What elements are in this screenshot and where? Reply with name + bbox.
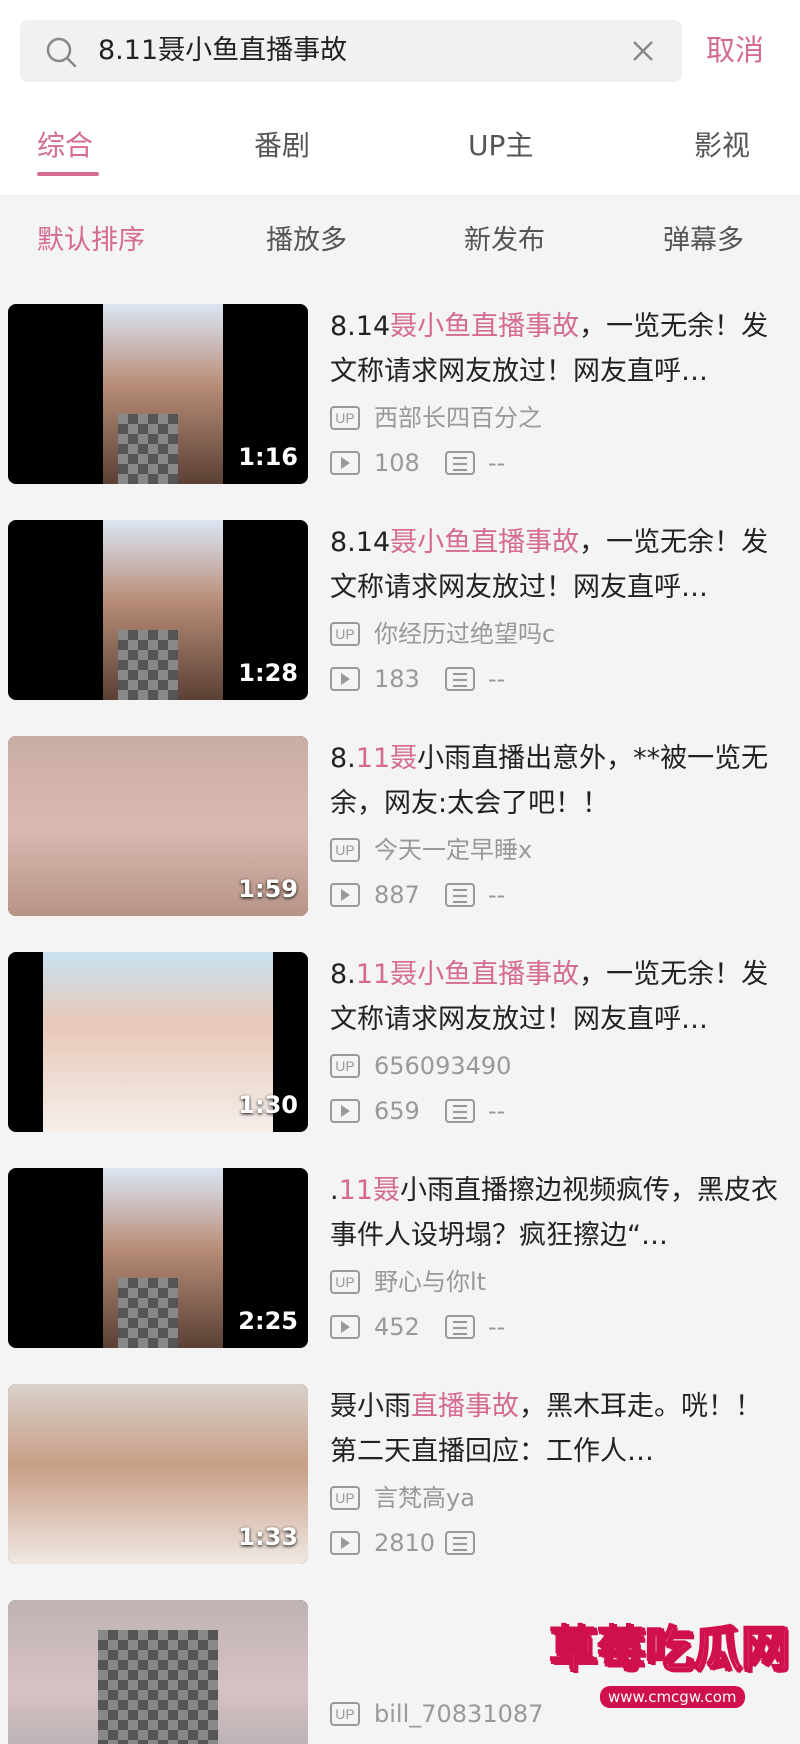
list-item[interactable]: 1:33 聂小雨直播事故，黑木耳走。咣！！ 第二天直播回应：工作人… UP 言梵高… [0,1384,800,1569]
danmaku-icon [445,1315,475,1339]
uploader-name[interactable]: 言梵高ya [374,1482,475,1514]
video-thumbnail[interactable]: 2:25 [8,1168,308,1348]
play-count-icon [330,1531,360,1555]
play-count-icon [330,451,360,475]
video-thumbnail[interactable]: 1:16 [8,304,308,484]
uploader-name[interactable]: 656093490 [374,1050,511,1082]
search-input[interactable]: 8.11聂小鱼直播事故 [98,34,347,68]
uploader-name[interactable]: bill_70831087 [374,1698,543,1730]
uploader-name[interactable]: 野心与你lt [374,1266,486,1298]
danmaku-count: -- [488,665,506,693]
list-item[interactable]: 1:28 8.14聂小鱼直播事故，一览无余！发文称请求网友放过！网友直呼… UP… [0,520,800,705]
sort-newest[interactable]: 新发布 [464,222,545,260]
video-thumbnail[interactable]: 1:28 [8,520,308,700]
danmaku-count: -- [488,1097,506,1125]
play-count: 183 [374,665,420,693]
play-count-icon [330,1099,360,1123]
danmaku-icon [445,1099,475,1123]
play-count: 2810 [374,1529,436,1557]
uploader-name[interactable]: 西部长四百分之 [374,402,542,434]
video-title[interactable]: 8.14聂小鱼直播事故，一览无余！发文称请求网友放过！网友直呼… [330,304,790,394]
play-count-icon [330,1315,360,1339]
play-count: 452 [374,1313,420,1341]
tab-uploader[interactable]: UP主 [468,126,533,166]
danmaku-count: -- [488,881,506,909]
sort-most-danmaku[interactable]: 弹幕多 [663,222,744,260]
list-item[interactable]: 2:25 .11聂小雨直播擦边视频疯传，黑皮衣事件人设坍塌？疯狂擦边“… UP 野… [0,1168,800,1353]
video-thumbnail[interactable] [8,1600,308,1744]
play-count: 887 [374,881,420,909]
tab-all[interactable]: 综合 [37,126,93,166]
danmaku-count: -- [488,1313,506,1341]
sort-most-played[interactable]: 播放多 [266,222,347,260]
search-box[interactable]: 8.11聂小鱼直播事故 [20,20,682,82]
up-icon: UP [330,838,360,862]
video-title[interactable]: 聂小雨直播事故，黑木耳走。咣！！ 第二天直播回应：工作人… [330,1384,790,1474]
play-count: 659 [374,1097,420,1125]
tab-film[interactable]: 影视 [694,126,750,166]
video-title[interactable]: 8.11聂小雨直播出意外，**被一览无余，网友:太会了吧！！ [330,736,790,826]
video-duration: 1:28 [238,659,298,687]
danmaku-icon [445,451,475,475]
up-icon: UP [330,1486,360,1510]
search-icon [46,37,77,68]
up-icon: UP [330,1054,360,1078]
video-duration: 1:16 [238,443,298,471]
up-icon: UP [330,622,360,646]
up-icon: UP [330,1702,360,1726]
video-duration: 1:33 [238,1523,298,1551]
video-thumbnail[interactable]: 1:59 [8,736,308,916]
watermark-title: 草莓吃瓜网 [549,1621,791,1679]
play-count: 108 [374,449,420,477]
video-duration: 1:59 [238,875,298,903]
video-duration: 1:30 [238,1091,298,1119]
danmaku-count: -- [488,449,506,477]
site-watermark: 草莓吃瓜网 www.cmcgw.com [540,1620,791,1730]
clear-icon[interactable] [628,36,658,66]
video-title[interactable]: .11聂小雨直播擦边视频疯传，黑皮衣事件人设坍塌？疯狂擦边“… [330,1168,790,1258]
video-thumbnail[interactable]: 1:30 [8,952,308,1132]
top-bar: 8.11聂小鱼直播事故 取消 综合 番剧 UP主 影视 [0,0,800,195]
play-count-icon [330,667,360,691]
video-thumbnail[interactable]: 1:33 [8,1384,308,1564]
play-count-icon [330,883,360,907]
watermark-url: www.cmcgw.com [600,1686,745,1708]
uploader-name[interactable]: 今天一定早睡x [374,834,532,866]
list-item[interactable]: 1:16 8.14聂小鱼直播事故，一览无余！发文称请求网友放过！网友直呼… UP… [0,304,800,489]
uploader-name[interactable]: 你经历过绝望吗c [374,618,555,650]
cancel-button[interactable]: 取消 [706,30,764,70]
category-tabs: 综合 番剧 UP主 影视 [0,118,800,178]
danmaku-icon [445,883,475,907]
video-duration: 2:25 [238,1307,298,1335]
video-title[interactable]: 8.14聂小鱼直播事故，一览无余！发文称请求网友放过！网友直呼… [330,520,790,610]
list-item[interactable]: 1:59 8.11聂小雨直播出意外，**被一览无余，网友:太会了吧！！ UP 今天… [0,736,800,921]
active-tab-indicator [37,172,99,176]
up-icon: UP [330,406,360,430]
sort-default[interactable]: 默认排序 [37,222,145,260]
list-item[interactable]: 1:30 8.11聂小鱼直播事故，一览无余！发文称请求网友放过！网友直呼… UP… [0,952,800,1137]
tab-bangumi[interactable]: 番剧 [254,126,310,166]
video-title[interactable]: 8.11聂小鱼直播事故，一览无余！发文称请求网友放过！网友直呼… [330,952,790,1042]
up-icon: UP [330,1270,360,1294]
danmaku-icon [445,667,475,691]
sort-bar: 默认排序 播放多 新发布 弹幕多 [0,195,800,285]
danmaku-icon [445,1531,475,1555]
